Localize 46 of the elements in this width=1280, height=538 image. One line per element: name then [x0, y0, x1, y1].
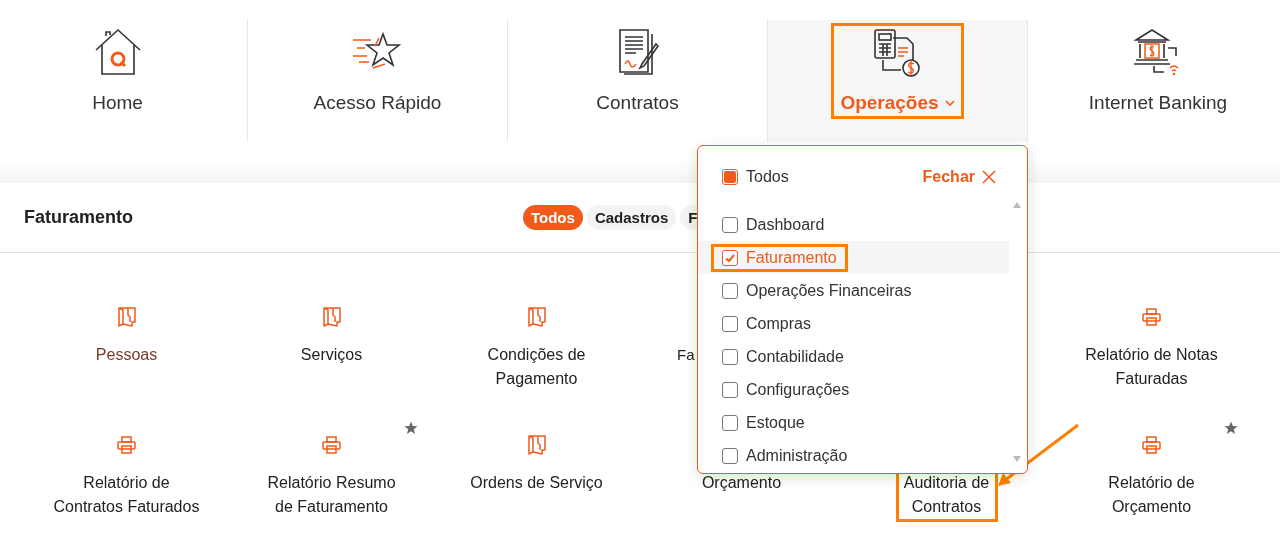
printer-icon: [117, 436, 136, 454]
menu-item-label[interactable]: Fa: [677, 343, 695, 367]
printer-icon: [1142, 436, 1161, 454]
checkbox[interactable]: [722, 216, 738, 233]
checkbox[interactable]: [722, 447, 738, 464]
checkbox[interactable]: [722, 282, 738, 299]
menu-item-label[interactable]: Relatório de Notas Faturadas: [1076, 343, 1227, 391]
option-label[interactable]: Estoque: [746, 413, 805, 432]
menu-item-label[interactable]: Relatório de Orçamento: [1076, 471, 1227, 519]
checkbox[interactable]: [722, 414, 738, 431]
section-title: Faturamento: [24, 207, 134, 228]
checkbox[interactable]: [722, 315, 738, 332]
menu-item-label[interactable]: Orçamento: [666, 471, 817, 495]
nav-tab[interactable]: Home: [0, 20, 248, 142]
menu-item-label[interactable]: Ordens de Serviço: [461, 471, 612, 495]
document-icon: [527, 307, 546, 327]
checkbox[interactable]: [722, 249, 738, 266]
checkbox[interactable]: [722, 169, 738, 185]
menu-item-label[interactable]: Relatório Resumo de Faturamento: [256, 471, 407, 519]
option-label[interactable]: Dashboard: [746, 215, 825, 234]
menu-item-label[interactable]: Auditoria de Contratos: [898, 471, 995, 519]
printer-icon: [322, 436, 341, 454]
document-icon: [527, 435, 546, 455]
printer-icon: [1142, 308, 1161, 326]
checkbox[interactable]: [722, 381, 738, 398]
document-icon: [117, 307, 136, 327]
favorite-star-icon[interactable]: [404, 421, 418, 435]
menu-item-label[interactable]: Pessoas: [51, 343, 202, 367]
menu-item-label[interactable]: Condições de Pagamento: [461, 343, 612, 391]
document-icon: [322, 307, 341, 327]
checkbox[interactable]: [722, 348, 738, 365]
filter-chip[interactable]: Cadastros: [586, 205, 677, 230]
option-label[interactable]: Configurações: [746, 380, 850, 399]
nav-tab[interactable]: Internet Banking: [1028, 20, 1280, 142]
close-icon[interactable]: [981, 169, 997, 185]
option-label[interactable]: Contabilidade: [746, 347, 844, 366]
favorite-star-icon[interactable]: [1224, 421, 1238, 435]
highlight-frame: Operações: [834, 26, 961, 116]
option-label[interactable]: Compras: [746, 314, 811, 333]
menu-item-label[interactable]: Serviços: [256, 343, 407, 367]
option-label[interactable]: Operações Financeiras: [746, 281, 912, 300]
option-label[interactable]: Administração: [746, 446, 848, 465]
chevron-icon[interactable]: [944, 99, 955, 107]
nav-tab[interactable]: Acesso Rápido: [248, 20, 508, 142]
option-label[interactable]: Todos: [746, 168, 789, 186]
menu-item-label[interactable]: Relatório de Contratos Faturados: [51, 471, 202, 519]
